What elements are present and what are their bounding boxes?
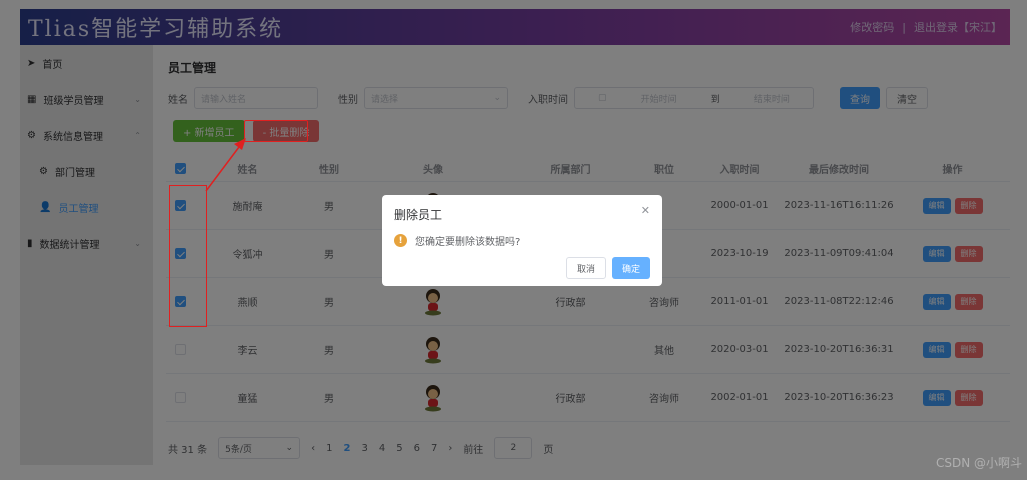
confirm-button[interactable]: 确定 (611, 257, 650, 279)
annotation-box-checkboxes (169, 185, 207, 327)
watermark: CSDN @小啊斗 (935, 456, 1022, 470)
cancel-button[interactable]: 取消 (565, 257, 606, 279)
warning-icon: ! (394, 234, 407, 247)
annotation-box-batch-delete (244, 120, 308, 142)
dialog-title: 删除员工 (394, 208, 443, 222)
close-icon[interactable]: ✕ (641, 204, 650, 217)
annotation-arrow (205, 138, 246, 192)
dialog-message: 您确定要删除该数据吗? (415, 237, 521, 248)
delete-dialog: 删除员工 ✕ ! 您确定要删除该数据吗? 取消 确定 (382, 195, 662, 286)
